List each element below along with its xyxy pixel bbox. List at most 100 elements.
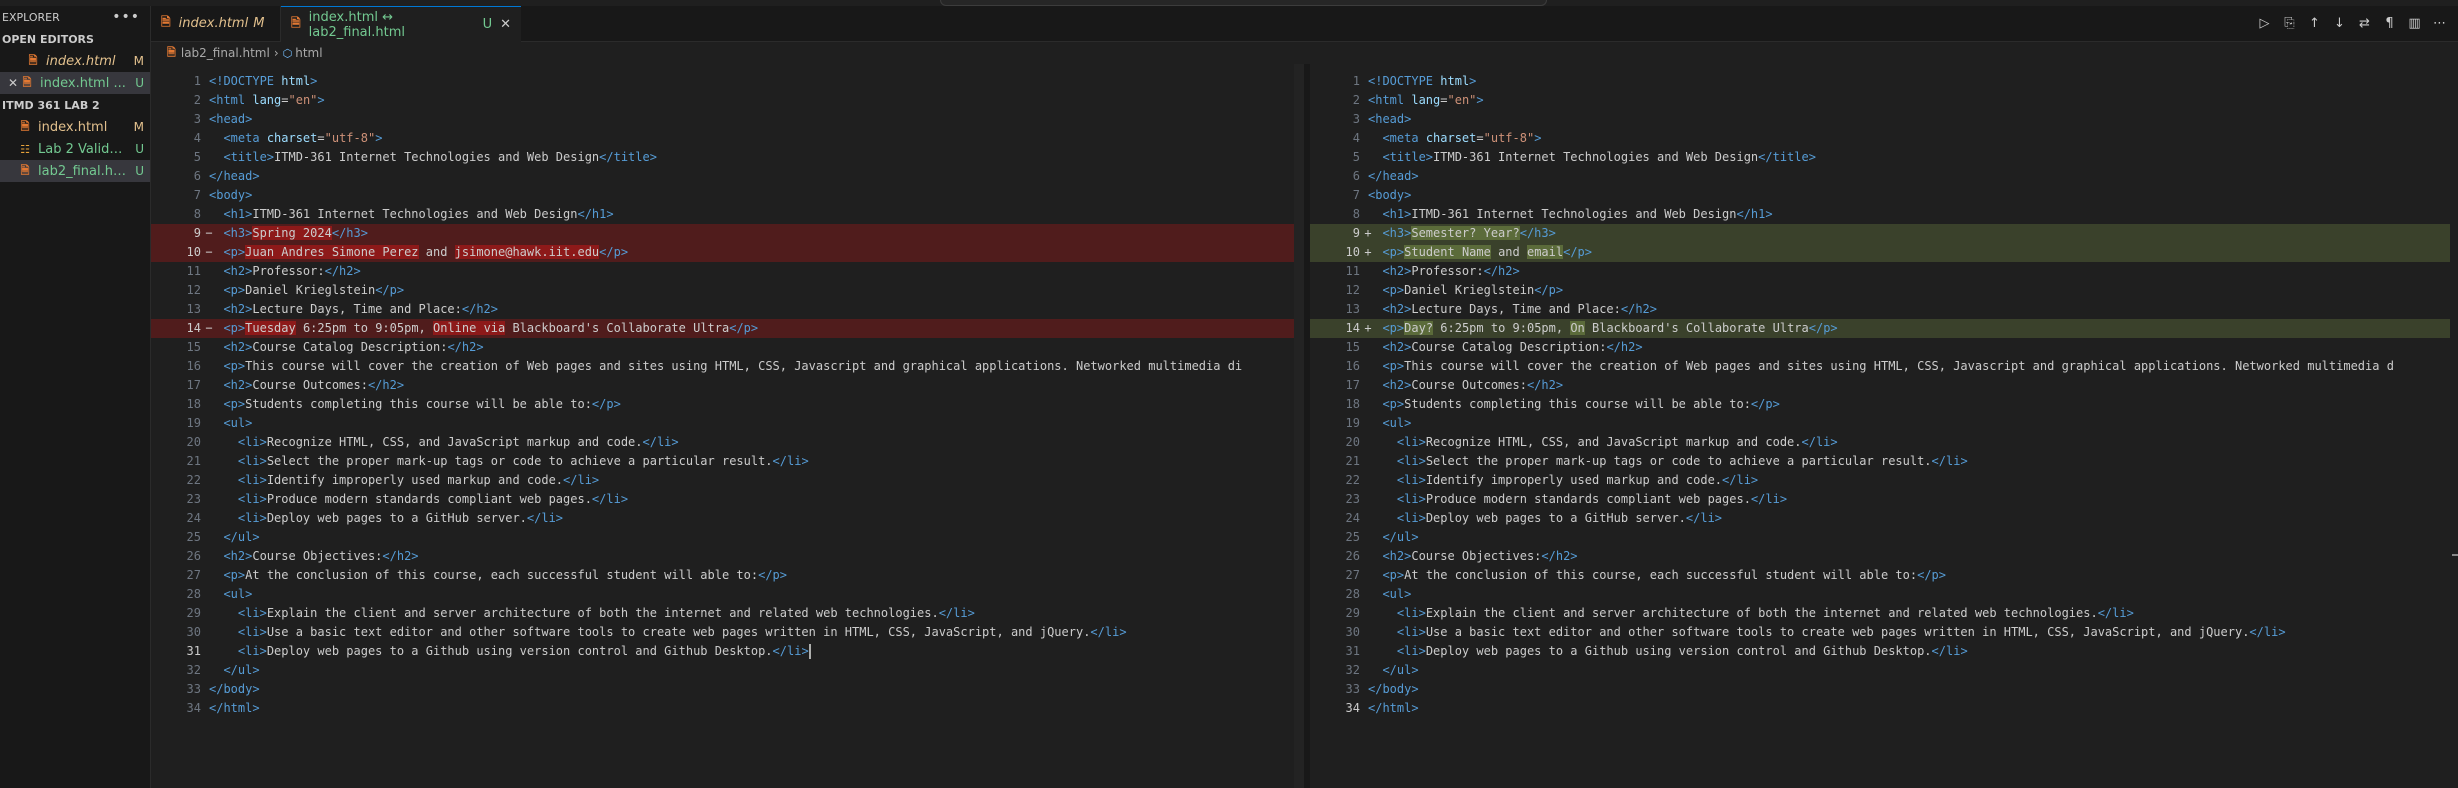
code-line[interactable]: 9− <h3>Spring 2024</h3>: [151, 224, 1297, 243]
open-editor-item-diff[interactable]: ✕ 🗎 index.html ... U: [0, 72, 150, 94]
code-line[interactable]: 6 </head>: [1310, 167, 2458, 186]
open-editors-header[interactable]: OPEN EDITORS: [0, 28, 150, 50]
code-line[interactable]: 4 <meta charset="utf-8">: [151, 129, 1297, 148]
code-line[interactable]: 20 <li>Recognize HTML, CSS, and JavaScri…: [151, 433, 1297, 452]
close-icon[interactable]: ✕: [500, 17, 511, 32]
code-line[interactable]: 19 <ul>: [151, 414, 1297, 433]
code-line[interactable]: 23 <li>Produce modern standards complian…: [151, 490, 1297, 509]
breadcrumb-file[interactable]: lab2_final.html: [181, 46, 270, 60]
more-actions-icon[interactable]: •••: [112, 9, 140, 25]
code-line[interactable]: 11 <h2>Professor:</h2>: [1310, 262, 2458, 281]
code-line[interactable]: 7 <body>: [151, 186, 1297, 205]
code-line[interactable]: 24 <li>Deploy web pages to a GitHub serv…: [1310, 509, 2458, 528]
code-line[interactable]: 30 <li>Use a basic text editor and other…: [151, 623, 1297, 642]
code-line[interactable]: 27 <p>At the conclusion of this course, …: [1310, 566, 2458, 585]
line-number: 3: [1352, 112, 1360, 126]
code-line[interactable]: 34 </html>: [151, 699, 1297, 718]
inline-view-icon[interactable]: ▥: [2402, 11, 2427, 36]
code-line[interactable]: 32 </ul>: [1310, 661, 2458, 680]
swap-sides-icon[interactable]: ⇄: [2352, 11, 2377, 36]
code-line[interactable]: 18 <p>Students completing this course wi…: [151, 395, 1297, 414]
code-line[interactable]: 31 <li>Deploy web pages to a Github usin…: [151, 642, 1297, 661]
folder-header[interactable]: ITMD 361 LAB 2: [0, 94, 150, 116]
code-line[interactable]: 22 <li>Identify improperly used markup a…: [1310, 471, 2458, 490]
code-line[interactable]: 25 </ul>: [1310, 528, 2458, 547]
more-actions-icon[interactable]: ⋯: [2427, 11, 2452, 36]
run-icon[interactable]: ▷: [2252, 11, 2277, 36]
left-scrollbar[interactable]: [1294, 64, 1304, 788]
code-line[interactable]: 33 </body>: [151, 680, 1297, 699]
git-status-badge: M: [133, 120, 144, 134]
code-line[interactable]: 8 <h1>ITMD-361 Internet Technologies and…: [151, 205, 1297, 224]
code-line[interactable]: 19 <ul>: [1310, 414, 2458, 433]
tab-diff[interactable]: 🗎 index.html ↔ lab2_final.html U ✕: [281, 6, 521, 42]
whitespace-icon[interactable]: ¶: [2377, 11, 2402, 36]
file-item-validation[interactable]: ☷ Lab 2 Validat... U: [0, 138, 150, 160]
code-line[interactable]: 28 <ul>: [1310, 585, 2458, 604]
code-line[interactable]: 21 <li>Select the proper mark-up tags or…: [1310, 452, 2458, 471]
open-editor-item-index[interactable]: 🗎 index.html M: [0, 50, 150, 72]
breadcrumb-symbol[interactable]: html: [295, 46, 322, 60]
code-line[interactable]: 28 <ul>: [151, 585, 1297, 604]
code-line[interactable]: 6 </head>: [151, 167, 1297, 186]
file-item-lab2-final[interactable]: 🗎 lab2_final.html U: [0, 160, 150, 182]
code-line[interactable]: 2 <html lang="en">: [1310, 91, 2458, 110]
code-line[interactable]: 9 + <h3>Semester? Year?</h3>: [1310, 224, 2458, 243]
code-line[interactable]: 32 </ul>: [151, 661, 1297, 680]
next-change-icon[interactable]: ↓: [2327, 11, 2352, 36]
code-line[interactable]: 8 <h1>ITMD-361 Internet Technologies and…: [1310, 205, 2458, 224]
tab-index-html[interactable]: 🗎 index.html M: [151, 6, 281, 41]
code-line[interactable]: 7 <body>: [1310, 186, 2458, 205]
code-text: </html>: [209, 701, 260, 715]
code-line[interactable]: 1 <!DOCTYPE html>: [1310, 72, 2458, 91]
code-line[interactable]: 3 <head>: [151, 110, 1297, 129]
previous-change-icon[interactable]: ↑: [2302, 11, 2327, 36]
code-line[interactable]: 5 <title>ITMD-361 Internet Technologies …: [1310, 148, 2458, 167]
code-line[interactable]: 14 + <p>Day? 6:25pm to 9:05pm, On Blackbo…: [1310, 319, 2458, 338]
original-editor[interactable]: 1 <!DOCTYPE html> 2 <html lang="en"> 3 <head>…: [151, 64, 1297, 788]
code-line[interactable]: 15 <h2>Course Catalog Description:</h2>: [1310, 338, 2458, 357]
code-line[interactable]: 21 <li>Select the proper mark-up tags or…: [151, 452, 1297, 471]
code-line[interactable]: 25 </ul>: [151, 528, 1297, 547]
code-line[interactable]: 31 <li>Deploy web pages to a Github usin…: [1310, 642, 2458, 661]
code-line[interactable]: 33 </body>: [1310, 680, 2458, 699]
code-line[interactable]: 22 <li>Identify improperly used markup a…: [151, 471, 1297, 490]
overview-ruler[interactable]: [2450, 64, 2458, 788]
code-text: <h2>Course Catalog Description:</h2>: [1382, 340, 1643, 354]
code-line[interactable]: 10− <p>Juan Andres Simone Perez and jsim…: [151, 243, 1297, 262]
code-line[interactable]: 26 <h2>Course Objectives:</h2>: [1310, 547, 2458, 566]
code-line[interactable]: 34 </html>: [1310, 699, 2458, 718]
code-line[interactable]: 27 <p>At the conclusion of this course, …: [151, 566, 1297, 585]
code-line[interactable]: 23 <li>Produce modern standards complian…: [1310, 490, 2458, 509]
close-icon[interactable]: ✕: [6, 76, 20, 90]
code-line[interactable]: 12 <p>Daniel Krieglstein</p>: [1310, 281, 2458, 300]
code-line[interactable]: 26 <h2>Course Objectives:</h2>: [151, 547, 1297, 566]
code-line[interactable]: 12 <p>Daniel Krieglstein</p>: [151, 281, 1297, 300]
file-item-index[interactable]: 🗎 index.html M: [0, 116, 150, 138]
code-line[interactable]: 17 <h2>Course Outcomes:</h2>: [1310, 376, 2458, 395]
code-line[interactable]: 13 <h2>Lecture Days, Time and Place:</h2…: [151, 300, 1297, 319]
line-number: 15: [186, 340, 201, 354]
code-line[interactable]: 24 <li>Deploy web pages to a GitHub serv…: [151, 509, 1297, 528]
code-line[interactable]: 14− <p>Tuesday 6:25pm to 9:05pm, Online …: [151, 319, 1297, 338]
code-line[interactable]: 20 <li>Recognize HTML, CSS, and JavaScri…: [1310, 433, 2458, 452]
code-line[interactable]: 18 <p>Students completing this course wi…: [1310, 395, 2458, 414]
code-line[interactable]: 3 <head>: [1310, 110, 2458, 129]
code-line[interactable]: 5 <title>ITMD-361 Internet Technologies …: [151, 148, 1297, 167]
code-line[interactable]: 29 <li>Explain the client and server arc…: [151, 604, 1297, 623]
code-line[interactable]: 11 <h2>Professor:</h2>: [151, 262, 1297, 281]
code-line[interactable]: 4 <meta charset="utf-8">: [1310, 129, 2458, 148]
code-line[interactable]: 1 <!DOCTYPE html>: [151, 72, 1297, 91]
code-line[interactable]: 15 <h2>Course Catalog Description:</h2>: [151, 338, 1297, 357]
modified-editor[interactable]: 1 <!DOCTYPE html> 2 <html lang="en"> 3 <head>…: [1310, 64, 2458, 788]
code-text: <head>: [209, 112, 253, 126]
code-line[interactable]: 16 <p>This course will cover the creatio…: [151, 357, 1297, 376]
code-line[interactable]: 16 <p>This course will cover the creatio…: [1310, 357, 2458, 376]
code-line[interactable]: 10 + <p>Student Name and email</p>: [1310, 243, 2458, 262]
code-line[interactable]: 30 <li>Use a basic text editor and other…: [1310, 623, 2458, 642]
code-line[interactable]: 13 <h2>Lecture Days, Time and Place:</h2…: [1310, 300, 2458, 319]
open-file-icon[interactable]: ⎘: [2277, 11, 2302, 36]
code-line[interactable]: 17 <h2>Course Outcomes:</h2>: [151, 376, 1297, 395]
code-line[interactable]: 2 <html lang="en">: [151, 91, 1297, 110]
code-line[interactable]: 29 <li>Explain the client and server arc…: [1310, 604, 2458, 623]
